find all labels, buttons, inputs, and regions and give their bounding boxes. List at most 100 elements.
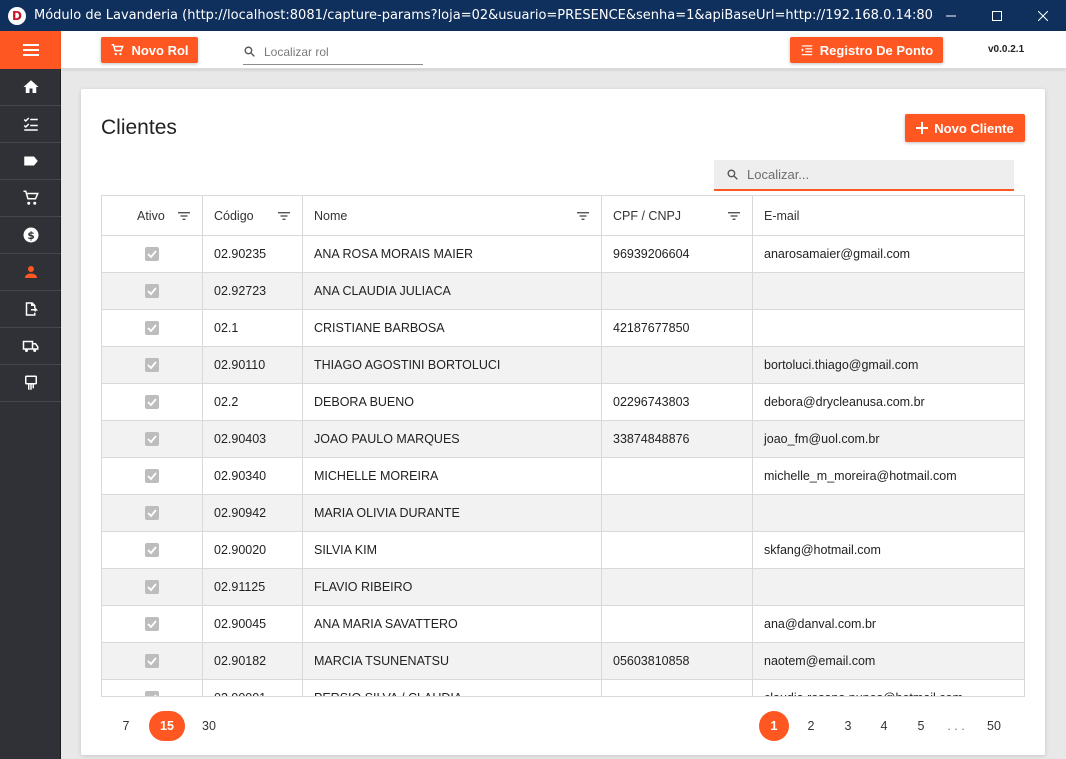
ativo-cell <box>102 532 203 568</box>
page-size-option[interactable]: 7 <box>111 711 141 741</box>
page-button[interactable]: 5 <box>906 711 936 741</box>
check-icon <box>147 250 157 259</box>
nome-cell: MARCIA TSUNENATSU <box>303 643 602 679</box>
column-header-label: E-mail <box>764 209 800 223</box>
table-row[interactable]: 02.90403 JOAO PAULO MARQUES 33874848876 joa… <box>102 421 1024 458</box>
minimize-button[interactable] <box>928 0 974 31</box>
check-icon <box>153 694 157 696</box>
active-checkbox[interactable] <box>145 506 159 520</box>
email-cell: claudia.rosana.nunes@hotmail.com <box>753 680 1024 696</box>
cpf-cell <box>602 273 753 309</box>
page-button[interactable]: 2 <box>796 711 826 741</box>
column-header-email[interactable]: E-mail <box>753 196 1024 236</box>
table-row[interactable]: 02.92723 ANA CLAUDIA JULIACA <box>102 273 1024 310</box>
novo-cliente-button[interactable]: Novo Cliente <box>905 114 1025 142</box>
sidebar-item-tags[interactable] <box>0 143 61 180</box>
search-rol-input[interactable]: Localizar rol <box>243 39 423 65</box>
ativo-cell <box>102 310 203 346</box>
page-ellipsis: . . . <box>947 719 965 733</box>
table-row[interactable]: 02.90020 SILVIA KIM skfang@hotmail.com <box>102 532 1024 569</box>
table-row[interactable]: 02.1 CRISTIANE BARBOSA 42187677850 <box>102 310 1024 347</box>
filter-icon[interactable] <box>178 210 190 222</box>
cart-icon <box>23 190 39 205</box>
active-checkbox[interactable] <box>145 654 159 668</box>
tag-icon <box>23 156 38 166</box>
column-header-codigo[interactable]: Código <box>203 196 303 236</box>
active-checkbox[interactable] <box>145 543 159 557</box>
codigo-cell: 02.2 <box>203 384 303 420</box>
sidebar-item-lavanderia[interactable] <box>0 365 61 402</box>
table-row[interactable]: 02.91125 FLAVIO RIBEIRO <box>102 569 1024 606</box>
active-checkbox[interactable] <box>145 284 159 298</box>
search-icon <box>727 169 738 180</box>
active-checkbox[interactable] <box>145 469 159 483</box>
search-rol-placeholder: Localizar rol <box>264 44 329 59</box>
sidebar-item-export[interactable] <box>0 291 61 328</box>
codigo-cell: 02.90110 <box>203 347 303 383</box>
nome-cell: ANA ROSA MORAIS MAIER <box>303 236 602 272</box>
codigo-cell: 02.90942 <box>203 495 303 531</box>
column-header-cpf[interactable]: CPF / CNPJ <box>602 196 753 236</box>
active-checkbox[interactable] <box>145 395 159 409</box>
codigo-cell: 02.90235 <box>203 236 303 272</box>
filter-icon[interactable] <box>728 210 740 222</box>
page-button[interactable]: 1 <box>759 711 789 741</box>
close-button[interactable] <box>1020 0 1066 31</box>
active-checkbox[interactable] <box>145 617 159 631</box>
table-row[interactable]: 02.90001PERSIO SILVA / CLAUDIA claudia.ro… <box>102 680 1024 696</box>
cpf-cell: 05603810858 <box>602 643 753 679</box>
sidebar-item-home[interactable] <box>0 69 61 106</box>
sidebar-item-delivery[interactable] <box>0 328 61 365</box>
sidebar-item-checklist[interactable] <box>0 106 61 143</box>
check-icon <box>147 361 157 370</box>
ativo-cell <box>102 680 203 696</box>
active-checkbox[interactable] <box>145 358 159 372</box>
column-header-ativo[interactable]: Ativo <box>102 196 203 236</box>
cpf-cell <box>602 495 753 531</box>
active-checkbox[interactable] <box>145 321 159 335</box>
table-row[interactable]: 02.90340 MICHELLE MOREIRA michelle_m_morei… <box>102 458 1024 495</box>
cart-icon <box>112 44 125 56</box>
active-checkbox[interactable] <box>145 432 159 446</box>
table-row[interactable]: 02.90235 ANA ROSA MORAIS MAIER 96939206604… <box>102 236 1024 273</box>
check-icon <box>147 620 157 629</box>
table-row[interactable]: 02.90045 ANA MARIA SAVATTERO ana@danval.co… <box>102 606 1024 643</box>
table-row[interactable]: 02.90110 THIAGO AGOSTINI BORTOLUCI bortolu… <box>102 347 1024 384</box>
active-checkbox[interactable] <box>145 691 159 696</box>
nome-cell: THIAGO AGOSTINI BORTOLUCI <box>303 347 602 383</box>
filter-icon[interactable] <box>278 210 290 222</box>
sidebar-item-clientes[interactable] <box>0 254 61 291</box>
column-header-nome[interactable]: Nome <box>303 196 602 236</box>
check-icon <box>147 287 157 296</box>
nome-cell: DEBORA BUENO <box>303 384 602 420</box>
registro-de-ponto-label: Registro De Ponto <box>819 42 934 58</box>
registro-de-ponto-button[interactable]: Registro De Ponto <box>790 37 943 63</box>
table-row[interactable]: 02.90942 MARIA OLIVIA DURANTE <box>102 495 1024 532</box>
page-button[interactable]: 3 <box>833 711 863 741</box>
page-button[interactable]: 4 <box>869 711 899 741</box>
truck-icon <box>22 340 38 352</box>
search-icon <box>244 46 255 57</box>
email-cell <box>753 569 1024 605</box>
filter-icon[interactable] <box>577 210 589 222</box>
ativo-cell <box>102 569 203 605</box>
clientes-table: Ativo Código Nome CPF / CNPJ E-mail 02.9… <box>101 195 1025 697</box>
check-icon <box>147 657 157 666</box>
page-button[interactable]: 50 <box>979 711 1009 741</box>
maximize-button[interactable] <box>974 0 1020 31</box>
search-cliente-input[interactable]: Localizar... <box>714 160 1014 191</box>
nome-cell: MARIA OLIVIA DURANTE <box>303 495 602 531</box>
sidebar-item-financeiro[interactable]: $ <box>0 217 61 254</box>
clientes-card: Clientes Novo Cliente Localizar... Ativo… <box>81 89 1045 755</box>
page-size-option[interactable]: 15 <box>149 711 185 741</box>
active-checkbox[interactable] <box>145 580 159 594</box>
table-row[interactable]: 02.90182 MARCIA TSUNENATSU 05603810858 naot… <box>102 643 1024 680</box>
menu-toggle-button[interactable] <box>0 31 61 69</box>
active-checkbox[interactable] <box>145 247 159 261</box>
codigo-cell: 02.90340 <box>203 458 303 494</box>
table-row[interactable]: 02.2 DEBORA BUENO 02296743803 debora@drycle… <box>102 384 1024 421</box>
table-body: 02.90235 ANA ROSA MORAIS MAIER 96939206604… <box>102 236 1024 696</box>
novo-rol-button[interactable]: Novo Rol <box>101 37 198 63</box>
page-size-option[interactable]: 30 <box>194 711 224 741</box>
sidebar-item-cart[interactable] <box>0 180 61 217</box>
